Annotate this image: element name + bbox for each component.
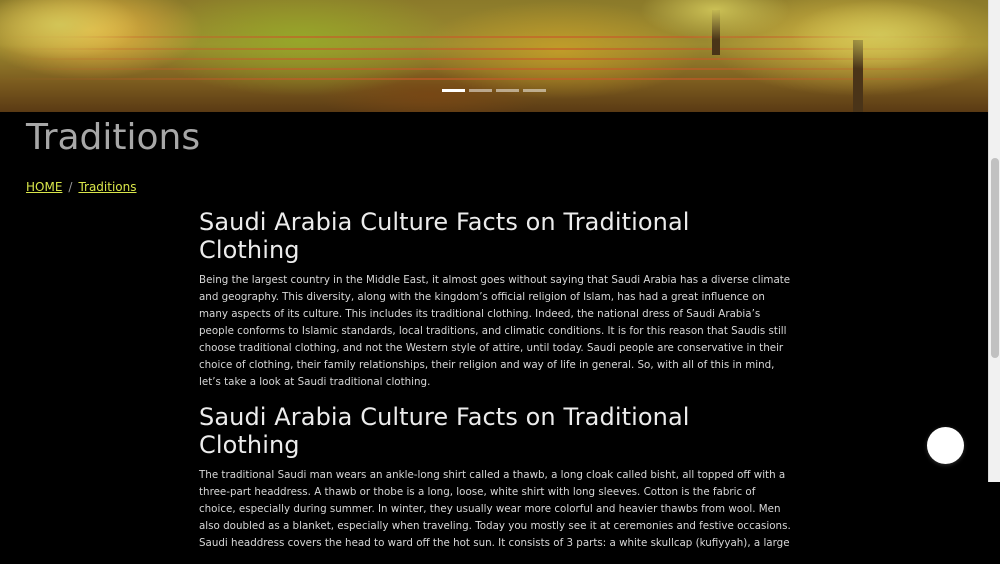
article-section: Saudi Arabia Culture Facts on Traditiona… <box>199 403 791 552</box>
article: Saudi Arabia Culture Facts on Traditiona… <box>199 208 791 564</box>
hero-image-detail <box>0 78 988 80</box>
scrollbar-thumb[interactable] <box>991 158 999 358</box>
section-heading: Saudi Arabia Culture Facts on Traditiona… <box>199 208 690 264</box>
breadcrumb-current-link[interactable]: Traditions <box>78 180 136 194</box>
carousel-indicator-4[interactable] <box>523 89 546 92</box>
section-heading: Saudi Arabia Culture Facts on Traditiona… <box>199 403 690 459</box>
section-paragraph: The traditional Saudi man wears an ankle… <box>199 469 791 549</box>
carousel-indicator-1[interactable] <box>442 89 465 92</box>
hero-image-detail <box>0 68 988 70</box>
breadcrumb-home-link[interactable]: HOME <box>26 180 62 194</box>
article-section: Saudi Arabia Culture Facts on Traditiona… <box>199 208 791 391</box>
carousel-indicator-3[interactable] <box>496 89 519 92</box>
palm-frond <box>640 0 790 40</box>
section-paragraph: Being the largest country in the Middle … <box>199 274 791 388</box>
floating-action-button[interactable] <box>927 427 964 464</box>
breadcrumb-separator: / <box>68 180 73 194</box>
palm-frond <box>0 0 140 60</box>
hero-carousel <box>0 0 988 112</box>
palm-frond <box>790 0 970 70</box>
page-title: Traditions <box>26 117 201 158</box>
carousel-indicators <box>442 89 546 92</box>
carousel-indicator-2[interactable] <box>469 89 492 92</box>
page-scrollbar[interactable] <box>988 0 1000 482</box>
breadcrumb: HOME / Traditions <box>26 180 137 194</box>
